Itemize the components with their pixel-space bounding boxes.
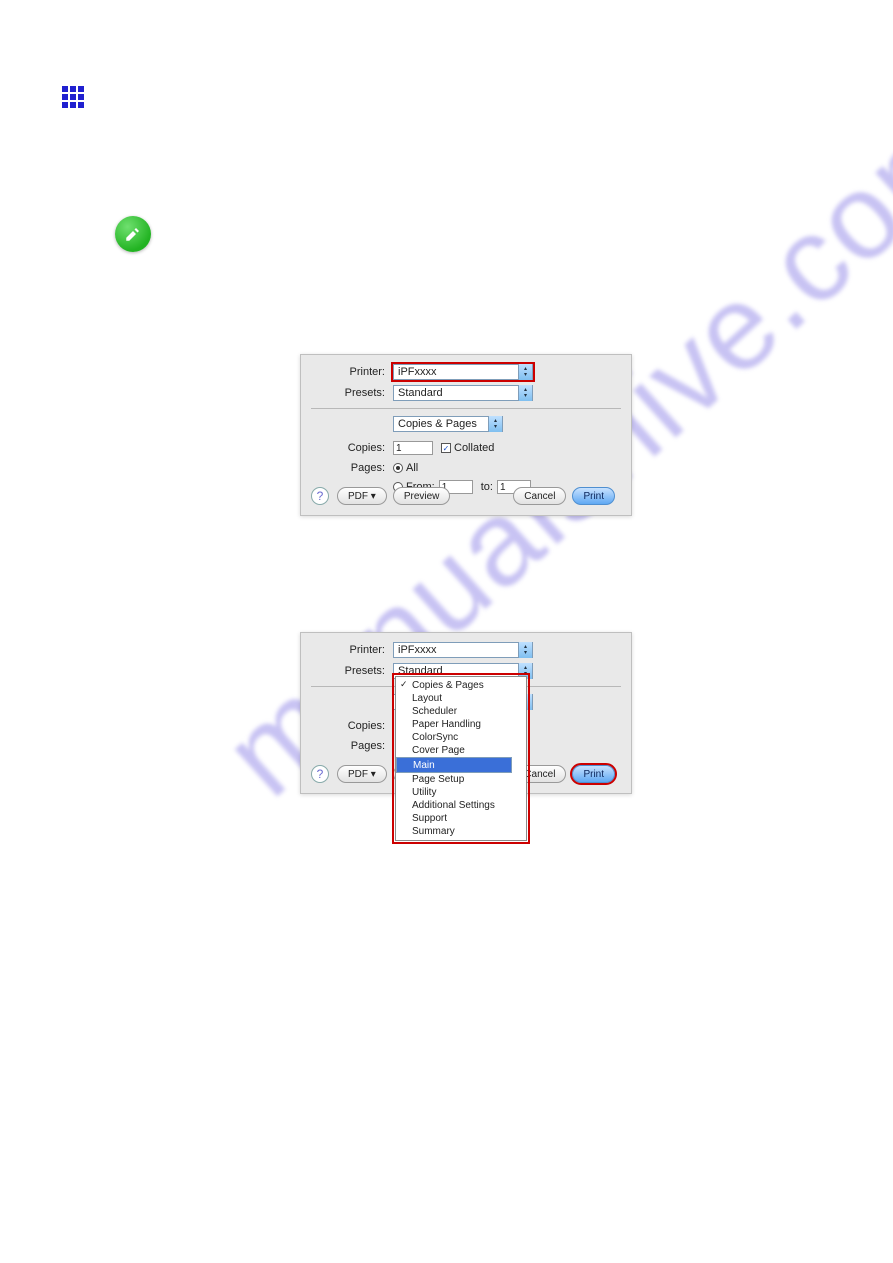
panel-select[interactable]: Copies & Pages ▴▾ [393,416,503,432]
panel-value: Copies & Pages [398,418,477,430]
copies-value: 1 [396,443,402,454]
help-button[interactable]: ? [311,487,329,505]
pages-all-radio[interactable] [393,463,403,473]
presets-select[interactable]: Standard ▴▾ [393,385,533,401]
print-button[interactable]: Print [572,765,615,783]
pdf-button[interactable]: PDF ▾ [337,765,387,783]
presets-label: Presets: [301,665,393,677]
menu-item[interactable]: Copies & Pages [396,679,526,692]
app-grid-icon [62,86,84,108]
select-arrows-icon: ▴▾ [488,416,502,432]
print-dialog-2: Printer: iPFxxxx ▴▾ Presets: Standard ▴▾… [300,632,632,794]
copies-label: Copies: [301,720,393,732]
select-arrows-icon: ▴▾ [518,385,532,401]
menu-item[interactable]: ColorSync [396,731,526,744]
pdf-button[interactable]: PDF ▾ [337,487,387,505]
printer-label: Printer: [301,644,393,656]
printer-select[interactable]: iPFxxxx ▴▾ [393,642,533,658]
help-button[interactable]: ? [311,765,329,783]
collated-label: Collated [454,442,494,454]
panel-dropdown-menu[interactable]: Copies & PagesLayoutSchedulerPaper Handl… [395,676,527,841]
menu-item[interactable]: Summary [396,825,526,838]
printer-select[interactable]: iPFxxxx ▴▾ [393,364,533,380]
pages-label: Pages: [301,462,393,474]
pages-all-label: All [406,462,418,474]
menu-item[interactable]: Paper Handling [396,718,526,731]
menu-item[interactable]: Main [396,757,512,773]
divider [311,408,621,409]
menu-item[interactable]: Page Setup [396,773,526,786]
menu-item[interactable]: Additional Settings [396,799,526,812]
menu-item[interactable]: Utility [396,786,526,799]
print-button[interactable]: Print [572,487,615,505]
copies-label: Copies: [301,442,393,454]
preview-button[interactable]: Preview [393,487,451,505]
print-dialog-1: Printer: iPFxxxx ▴▾ Presets: Standard ▴▾… [300,354,632,516]
printer-value: iPFxxxx [398,366,437,378]
menu-item[interactable]: Cover Page [396,744,526,757]
select-arrows-icon: ▴▾ [518,364,532,380]
presets-label: Presets: [301,387,393,399]
menu-item[interactable]: Layout [396,692,526,705]
printer-label: Printer: [301,366,393,378]
menu-item[interactable]: Scheduler [396,705,526,718]
cancel-button[interactable]: Cancel [513,487,566,505]
pages-label: Pages: [301,740,393,752]
collated-checkbox[interactable]: ✓ [441,443,451,453]
copies-input[interactable]: 1 [393,441,433,455]
select-arrows-icon: ▴▾ [518,642,532,658]
printer-value: iPFxxxx [398,644,437,656]
note-badge-icon [115,216,151,252]
presets-value: Standard [398,387,443,399]
menu-item[interactable]: Support [396,812,526,825]
